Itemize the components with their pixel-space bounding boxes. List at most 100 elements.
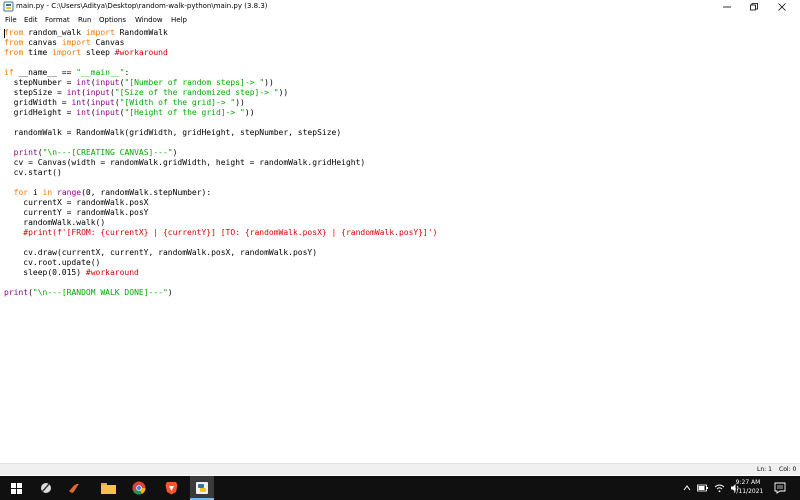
menu-bar: File Edit Format Run Options Window Help bbox=[0, 14, 800, 27]
code-token: input bbox=[95, 108, 120, 117]
restore-icon bbox=[750, 2, 758, 10]
code-line[interactable]: cv.draw(currentX, currentY, randomWalk.p… bbox=[4, 248, 437, 258]
code-token: currentX = randomWalk.posX bbox=[4, 198, 149, 207]
code-token: print bbox=[4, 288, 29, 297]
code-line[interactable]: stepSize = int(input("[Size of the rando… bbox=[4, 88, 437, 98]
code-token: "[Height of the grid]-> " bbox=[124, 108, 245, 117]
text-cursor bbox=[4, 29, 5, 38]
code-token: __name__ == bbox=[13, 68, 77, 77]
code-line[interactable]: randomWalk = RandomWalk(gridWidth, gridH… bbox=[4, 128, 437, 138]
code-line[interactable] bbox=[4, 138, 437, 148]
restore-button[interactable] bbox=[742, 0, 766, 13]
matlab-icon[interactable] bbox=[64, 478, 84, 498]
menu-format[interactable]: Format bbox=[45, 14, 70, 27]
chevron-up-icon[interactable] bbox=[683, 484, 691, 492]
menu-run[interactable]: Run bbox=[78, 14, 91, 27]
code-token: if bbox=[4, 68, 14, 77]
code-token: (0, randomWalk.stepNumber): bbox=[81, 188, 212, 197]
code-token: int bbox=[71, 98, 86, 107]
code-line[interactable] bbox=[4, 178, 437, 188]
code-line[interactable]: cv.start() bbox=[4, 168, 437, 178]
minimize-button[interactable] bbox=[715, 0, 739, 13]
code-line[interactable]: currentX = randomWalk.posX bbox=[4, 198, 437, 208]
windows-start-icon[interactable] bbox=[6, 478, 26, 498]
code-token: input bbox=[90, 98, 115, 107]
code-line[interactable]: sleep(0.015) #workaround bbox=[4, 268, 437, 278]
python-file-icon[interactable] bbox=[192, 478, 212, 498]
code-token: cv.draw(currentX, currentY, randomWalk.p… bbox=[4, 248, 318, 257]
search-icon[interactable] bbox=[36, 478, 56, 498]
code-line[interactable]: stepNumber = int(input("[Number of rando… bbox=[4, 78, 437, 88]
code-token: range bbox=[57, 188, 82, 197]
menu-options[interactable]: Options bbox=[99, 14, 126, 27]
menu-file[interactable]: File bbox=[5, 14, 17, 27]
brave-logo-icon bbox=[165, 482, 177, 495]
code-token: "[Size of the randomized step]-> " bbox=[114, 88, 279, 97]
code-token: time bbox=[23, 48, 53, 57]
code-token: i bbox=[28, 188, 43, 197]
code-line[interactable]: #print(f'[FROM: {currentX} | {currentY}]… bbox=[4, 228, 437, 238]
brave-icon[interactable] bbox=[161, 478, 181, 498]
battery-icon[interactable] bbox=[697, 483, 709, 493]
code-line[interactable]: print("\n---[CREATING CANVAS]---") bbox=[4, 148, 437, 158]
code-token: int bbox=[76, 108, 91, 117]
code-token: int bbox=[66, 88, 82, 97]
chrome-icon[interactable] bbox=[129, 478, 149, 498]
code-line[interactable] bbox=[4, 58, 437, 68]
code-token: )) bbox=[244, 108, 255, 117]
code-line[interactable] bbox=[4, 238, 437, 248]
code-line[interactable]: randomWalk.walk() bbox=[4, 218, 437, 228]
code-token: currentY = randomWalk.posY bbox=[4, 208, 149, 217]
code-line[interactable]: cv = Canvas(width = randomWalk.gridWidth… bbox=[4, 158, 437, 168]
code-token: from bbox=[4, 28, 24, 37]
title-bar: main.py - C:\Users\Aditya\Desktop\random… bbox=[0, 0, 800, 13]
code-token: randomWalk.walk() bbox=[4, 218, 106, 227]
code-line[interactable]: from time import sleep #workaround bbox=[4, 48, 437, 58]
wifi-icon[interactable] bbox=[714, 483, 725, 493]
notification-icon[interactable] bbox=[774, 482, 786, 494]
code-token: #workaround bbox=[114, 48, 168, 57]
code-line[interactable]: from canvas import Canvas bbox=[4, 38, 437, 48]
code-token: "[Width of the grid]-> " bbox=[119, 98, 236, 107]
code-line[interactable] bbox=[4, 278, 437, 288]
code-token: import bbox=[61, 38, 91, 47]
code-token: int bbox=[76, 78, 91, 87]
code-token: import bbox=[85, 28, 115, 37]
code-token: sleep bbox=[81, 48, 115, 57]
code-line[interactable]: gridHeight = int(input("[Height of the g… bbox=[4, 108, 437, 118]
code-token: stepSize = bbox=[4, 88, 67, 97]
code-line[interactable]: for i in range(0, randomWalk.stepNumber)… bbox=[4, 188, 437, 198]
code-token: randomWalk = RandomWalk(gridWidth, gridH… bbox=[4, 128, 342, 137]
code-token: random_walk bbox=[23, 28, 86, 37]
idle-feather-icon bbox=[41, 483, 51, 493]
code-line[interactable]: gridWidth = int(input("[Width of the gri… bbox=[4, 98, 437, 108]
code-token: "__main__" bbox=[76, 68, 125, 77]
code-text[interactable]: from random_walk import RandomWalk from c… bbox=[4, 28, 437, 298]
menu-edit[interactable]: Edit bbox=[24, 14, 38, 27]
code-token: )) bbox=[278, 88, 289, 97]
code-token: sleep(0.015) bbox=[4, 268, 86, 277]
python-idle-icon bbox=[3, 1, 14, 12]
close-icon bbox=[778, 2, 786, 11]
code-line[interactable] bbox=[4, 118, 437, 128]
code-editor[interactable]: from random_walk import RandomWalk from c… bbox=[0, 28, 800, 462]
code-token: )) bbox=[235, 98, 245, 107]
menu-help[interactable]: Help bbox=[171, 14, 187, 27]
code-line[interactable]: cv.root.update() bbox=[4, 258, 437, 268]
matlab-logo-icon bbox=[69, 483, 79, 493]
code-token: stepNumber = bbox=[4, 78, 77, 87]
code-line[interactable]: currentY = randomWalk.posY bbox=[4, 208, 437, 218]
code-line[interactable]: from random_walk import RandomWalk bbox=[4, 28, 437, 38]
clock-time[interactable]: 9:27 AM bbox=[733, 479, 763, 487]
code-token: ) bbox=[172, 148, 178, 157]
menu-window[interactable]: Window bbox=[135, 14, 163, 27]
clock-date[interactable]: 7/11/2021 bbox=[729, 488, 767, 496]
code-token: gridHeight = bbox=[4, 108, 77, 117]
code-line[interactable]: print("\n---[RANDOM WALK DONE]---") bbox=[4, 288, 437, 298]
status-bar: Ln: 1 Col: 0 bbox=[0, 463, 800, 475]
code-token: "\n---[CREATING CANVAS]---" bbox=[42, 148, 173, 157]
file-explorer-icon[interactable] bbox=[98, 478, 118, 498]
close-button[interactable] bbox=[770, 0, 794, 13]
code-line[interactable]: if __name__ == "__main__": bbox=[4, 68, 437, 78]
